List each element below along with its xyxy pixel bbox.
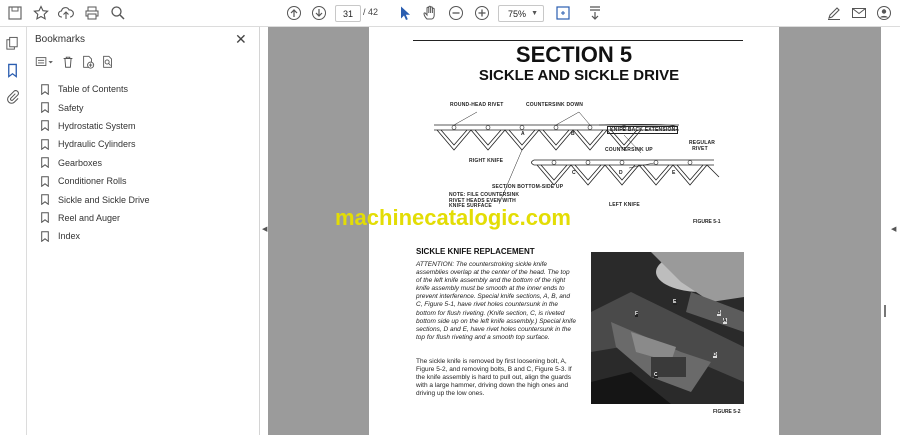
bookmark-item-sickle-and-sickle-drive[interactable]: Sickle and Sickle Drive	[41, 190, 150, 208]
fig1-label: COUNTERSINK UP	[605, 147, 653, 153]
bookmark-label: Table of Contents	[58, 84, 129, 95]
search-icon[interactable]	[109, 4, 127, 22]
header-rule	[413, 40, 743, 41]
upload-cloud-icon[interactable]	[57, 4, 75, 22]
save-icon[interactable]	[6, 4, 24, 22]
bookmark-options-icon[interactable]	[35, 55, 57, 71]
photo-label: C	[654, 372, 658, 378]
fig1-letter: A	[521, 131, 525, 137]
page-total: / 42	[363, 7, 379, 17]
account-icon[interactable]	[875, 4, 893, 22]
fig1-letter: B	[571, 131, 575, 137]
sign-pen-icon[interactable]	[825, 4, 843, 22]
sickle-photo: F B A E D C	[591, 252, 744, 404]
fig1-label: SECTION BOTTOM-SIDE UP	[492, 184, 564, 190]
bookmark-item-safety[interactable]: Safety	[41, 98, 150, 116]
bookmark-icon	[41, 194, 49, 206]
bookmark-label: Sickle and Sickle Drive	[58, 194, 150, 205]
add-bookmark-icon[interactable]	[81, 55, 97, 71]
bookmark-item-index[interactable]: Index	[41, 227, 150, 245]
bookmark-item-gearboxes[interactable]: Gearboxes	[41, 154, 150, 172]
panel-title: Bookmarks	[35, 34, 86, 45]
photo-label: A	[723, 318, 727, 324]
photo-label: E	[673, 299, 677, 305]
zoom-out-icon[interactable]	[447, 4, 465, 22]
bookmark-label: Hydraulic Cylinders	[58, 139, 136, 150]
close-icon[interactable]: ✕	[235, 31, 247, 48]
bookmark-icon	[41, 102, 49, 114]
bookmark-item-table-of-contents[interactable]: Table of Contents	[41, 80, 150, 98]
main-toolbar: 31 / 42 75% ▼	[0, 0, 900, 27]
zoom-value: 75%	[508, 8, 527, 19]
fig1-label: COUNTERSINK DOWN	[526, 102, 584, 108]
watermark-text: machinecatalogic.com	[335, 205, 571, 230]
zoom-in-icon[interactable]	[473, 4, 491, 22]
bookmark-icon	[41, 139, 49, 150]
bookmark-icon	[41, 157, 49, 169]
scroll-mode-icon[interactable]	[586, 4, 604, 22]
fig1-label: REGULAR RIVET	[689, 140, 716, 152]
collapse-panel-icon[interactable]: ◀	[262, 225, 267, 233]
bookmarks-panel-icon[interactable]	[5, 63, 22, 80]
bookmark-icon	[41, 231, 49, 242]
delete-bookmark-icon[interactable]	[61, 55, 77, 71]
attention-paragraph: ATTENTION: The counterstroking sickle kn…	[416, 261, 576, 341]
page-thumbnails-icon[interactable]	[5, 36, 22, 53]
zoom-select[interactable]: 75% ▼	[498, 5, 544, 22]
bookmark-label: Reel and Auger	[58, 212, 121, 223]
bookmark-label: Hydrostatic System	[58, 120, 136, 131]
email-icon[interactable]	[850, 4, 868, 22]
bookmark-item-hydrostatic-system[interactable]: Hydrostatic System	[41, 117, 150, 135]
fit-page-icon[interactable]	[554, 4, 572, 22]
bookmark-icon	[41, 83, 49, 95]
bookmark-icon	[41, 212, 49, 224]
previous-page-icon[interactable]	[285, 4, 303, 22]
fig1-letter: E	[672, 170, 676, 176]
figure-caption: FIGURE 5-1	[693, 219, 721, 225]
print-icon[interactable]	[83, 4, 101, 22]
fig1-letter: D	[619, 170, 623, 176]
photo-label: F	[635, 311, 639, 317]
bookmark-item-hydraulic-cylinders[interactable]: Hydraulic Cylinders	[41, 135, 150, 153]
next-page-icon[interactable]	[310, 4, 328, 22]
photo-label: D	[713, 352, 717, 358]
bookmark-item-conditioner-rolls[interactable]: Conditioner Rolls	[41, 172, 150, 190]
bookmark-label: Safety	[58, 102, 84, 113]
left-rail	[0, 27, 27, 435]
bookmark-icon	[41, 175, 49, 187]
body-paragraph: The sickle knife is removed by first loo…	[416, 358, 572, 398]
fig1-label: KNIFE-BACK EXTENSION	[607, 126, 679, 134]
select-cursor-icon[interactable]	[396, 4, 414, 22]
bookmark-list: Table of Contents Safety Hydrostatic Sys…	[41, 80, 150, 246]
bookmark-item-reel-and-auger[interactable]: Reel and Auger	[41, 209, 150, 227]
fig1-letter: C	[572, 170, 576, 176]
bookmark-icon	[41, 120, 49, 132]
section-title: SICKLE AND SICKLE DRIVE	[478, 67, 680, 84]
bookmarks-panel: Bookmarks ✕ Table of Contents Safety Hyd…	[27, 27, 260, 435]
bookmark-label: Gearboxes	[58, 157, 103, 168]
bookmark-star-icon[interactable]	[32, 4, 50, 22]
scrollbar-thumb[interactable]	[884, 305, 886, 317]
photo-label: B	[717, 310, 721, 316]
attachments-icon[interactable]	[5, 89, 22, 106]
page-number-input[interactable]: 31	[335, 5, 361, 22]
find-bookmark-icon[interactable]	[101, 55, 117, 71]
bookmark-label: Conditioner Rolls	[58, 176, 127, 187]
bookmark-label: Index	[58, 231, 81, 242]
section-heading: SECTION 5	[515, 42, 633, 67]
fig1-label: RIGHT KNIFE	[469, 158, 504, 164]
fig1-label: LEFT KNIFE	[609, 202, 640, 208]
fig1-label: ROUND-HEAD RIVET	[450, 102, 504, 108]
hand-tool-icon[interactable]	[421, 4, 439, 22]
expand-right-panel-icon[interactable]: ◀	[891, 225, 896, 233]
page-current: 31	[342, 8, 353, 19]
figure-caption: FIGURE 5-2	[713, 409, 741, 415]
chevron-down-icon: ▼	[531, 10, 538, 17]
pdf-page: SECTION 5 SICKLE AND SICKLE DRIVE ROUND-…	[369, 27, 779, 435]
subsection-heading: SICKLE KNIFE REPLACEMENT	[416, 247, 535, 256]
